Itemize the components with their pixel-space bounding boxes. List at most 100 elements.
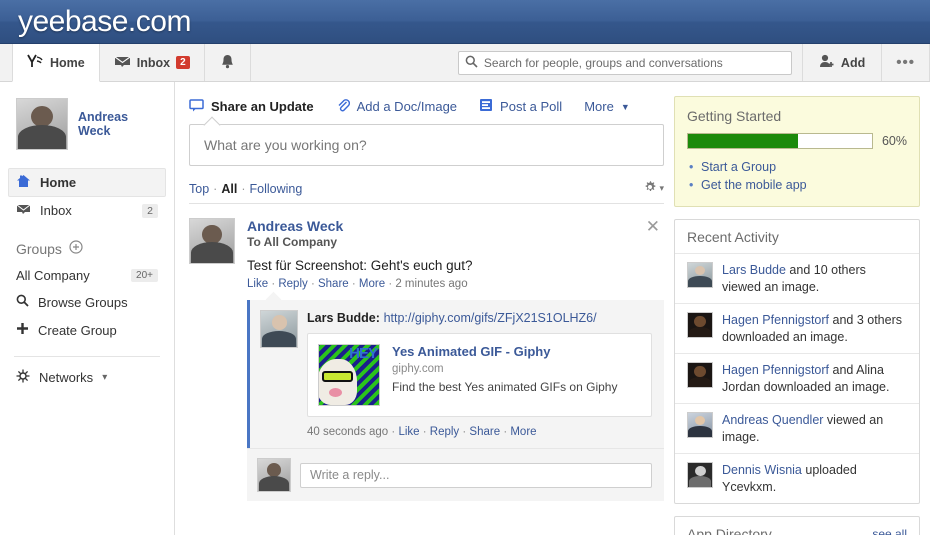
reply-bar [247,448,664,501]
comment-timestamp: 40 seconds ago [307,426,389,438]
app-directory-title: App Directory [687,526,772,535]
post-content: Andreas Weck To All Company Test für Scr… [247,218,664,290]
group-item-all-company[interactable]: All Company 20+ [0,263,174,288]
comment-share-action[interactable]: Share [469,426,500,438]
filter-separator: · [213,181,218,196]
post-more-action[interactable]: More [359,278,385,290]
getting-started-item-start-a-group[interactable]: Start a Group [687,158,907,176]
ellipsis-icon: ••• [896,54,915,71]
tab-home[interactable]: Home [12,44,100,82]
comment-like-action[interactable]: Like [398,426,419,438]
comment-more-action[interactable]: More [510,426,536,438]
activity-text: Hagen Pfennigstorf and Alina Jordan down… [722,362,907,395]
feed-filter-following[interactable]: Following [249,182,302,196]
activity-item[interactable]: Hagen Pfennigstorf and 3 others download… [675,303,919,353]
activity-text: Lars Budde and 10 others viewed an image… [722,262,907,295]
add-button[interactable]: Add [801,44,881,81]
add-person-icon [819,54,835,71]
reply-input[interactable] [300,462,652,488]
group-item-count: 20+ [131,269,158,282]
post-header: Andreas Weck To All Company Test für Scr… [189,218,664,290]
group-item-label: All Company [16,268,90,283]
link-preview-description: Find the best Yes animated GIFs on Giphy [392,380,618,394]
top-navigation-bar: Home Inbox 2 Search for people, groups a… [0,44,930,82]
app-directory-see-all-link[interactable]: see all [872,527,907,535]
activity-actor[interactable]: Hagen Pfennigstorf [722,363,829,377]
activity-actor[interactable]: Dennis Wisnia [722,463,802,477]
sidebar-item-networks[interactable]: Networks ▾ [0,363,174,392]
post-timestamp: 2 minutes ago [395,278,468,290]
overflow-menu-button[interactable]: ••• [881,44,930,81]
link-preview-card[interactable]: HEY Yes Animated GIF - Giphy giphy.com F… [307,333,652,417]
post-action-bar: Like · Reply · Share · More · 2 minutes … [247,278,664,290]
current-user[interactable]: Andreas Weck [0,98,174,150]
recent-activity-card: Recent Activity Lars Budde and 10 others… [674,219,920,504]
activity-item[interactable]: Lars Budde and 10 others viewed an image… [675,253,919,303]
post-share-action[interactable]: Share [318,278,349,290]
filter-separator: · [241,181,246,196]
post-text: Test für Screenshot: Geht's euch gut? [247,258,473,273]
left-sidebar: Andreas Weck Home Inbox 2 Groups All Com… [0,82,175,535]
search-icon [465,55,478,71]
activity-actor[interactable]: Andreas Quendler [722,413,823,427]
site-logo[interactable]: yeebase.com [18,6,191,37]
composer-tab-post-poll[interactable]: Post a Poll [479,98,562,115]
browse-groups-link[interactable]: Browse Groups [0,288,174,316]
activity-actor[interactable]: Lars Budde [722,263,786,277]
speech-bubble-icon [189,98,204,115]
link-preview-title[interactable]: Yes Animated GIF - Giphy [392,344,617,359]
composer-placeholder: What are you working on? [204,137,367,153]
progress-percent-label: 60% [881,134,907,148]
post-like-action[interactable]: Like [247,278,268,290]
avatar [687,262,713,288]
plus-circle-icon[interactable] [69,240,83,257]
progress-bar [687,133,873,149]
composer-input[interactable]: What are you working on? [189,124,664,166]
tab-notifications[interactable] [204,44,251,81]
post-author-name[interactable]: Andreas Weck [247,218,664,234]
tab-inbox-label: Inbox [136,55,171,70]
search-input[interactable] [483,55,785,70]
brand-bar: yeebase.com [0,0,930,44]
create-group-label: Create Group [38,322,117,338]
activity-item[interactable]: Dennis Wisnia uploaded Ycevkxm. [675,453,919,503]
recent-activity-header: Recent Activity [675,220,919,253]
groups-section-title: Groups [0,224,174,263]
post-reply-action[interactable]: Reply [278,278,307,290]
avatar[interactable] [260,310,298,348]
feed-filter-top[interactable]: Top [189,182,209,196]
search-icon [16,294,29,310]
feed-filter-all[interactable]: All [221,182,237,196]
feed-settings-button[interactable]: ▾ [643,180,664,197]
activity-item[interactable]: Hagen Pfennigstorf and Alina Jordan down… [675,353,919,403]
main-feed-column: Share an Update Add a Doc/Image Post a P… [175,82,674,535]
composer-tab-label: More [584,99,614,114]
sidebar-item-home[interactable]: Home [8,168,166,197]
avatar [687,312,713,338]
getting-started-item-get-the-mobile-app[interactable]: Get the mobile app [687,176,907,194]
poll-icon [479,98,493,115]
comment-reply-action[interactable]: Reply [430,426,459,438]
comment-author[interactable]: Lars Budde: [307,311,380,325]
composer-tab-share-update[interactable]: Share an Update [189,98,314,115]
tab-inbox[interactable]: Inbox 2 [99,44,205,81]
comment-body: Lars Budde: http://giphy.com/gifs/ZFjX21… [307,310,652,417]
comment-line: Lars Budde: http://giphy.com/gifs/ZFjX21… [307,310,652,325]
activity-actor[interactable]: Hagen Pfennigstorf [722,313,829,327]
caret-down-icon: ▼ [620,101,630,112]
search-box[interactable] [457,50,792,75]
bell-icon [221,54,234,72]
avatar[interactable] [189,218,235,264]
composer-tab-more[interactable]: More ▼ [584,99,630,114]
comment: Lars Budde: http://giphy.com/gifs/ZFjX21… [260,310,652,417]
sidebar-item-inbox[interactable]: Inbox 2 [8,197,166,224]
house-icon [16,174,31,191]
create-group-link[interactable]: Create Group [0,316,174,344]
browse-groups-label: Browse Groups [38,294,128,310]
comment-link[interactable]: http://giphy.com/gifs/ZFjX21S1OLHZ6/ [384,311,597,325]
close-icon[interactable]: ✕ [646,218,660,235]
comment-action-bar: 40 seconds ago · Like · Reply · Share · … [307,426,652,438]
composer-tab-add-doc[interactable]: Add a Doc/Image [336,98,457,115]
activity-item[interactable]: Andreas Quendler viewed an image. [675,403,919,453]
nav-tab-group: Home Inbox 2 [0,44,251,82]
